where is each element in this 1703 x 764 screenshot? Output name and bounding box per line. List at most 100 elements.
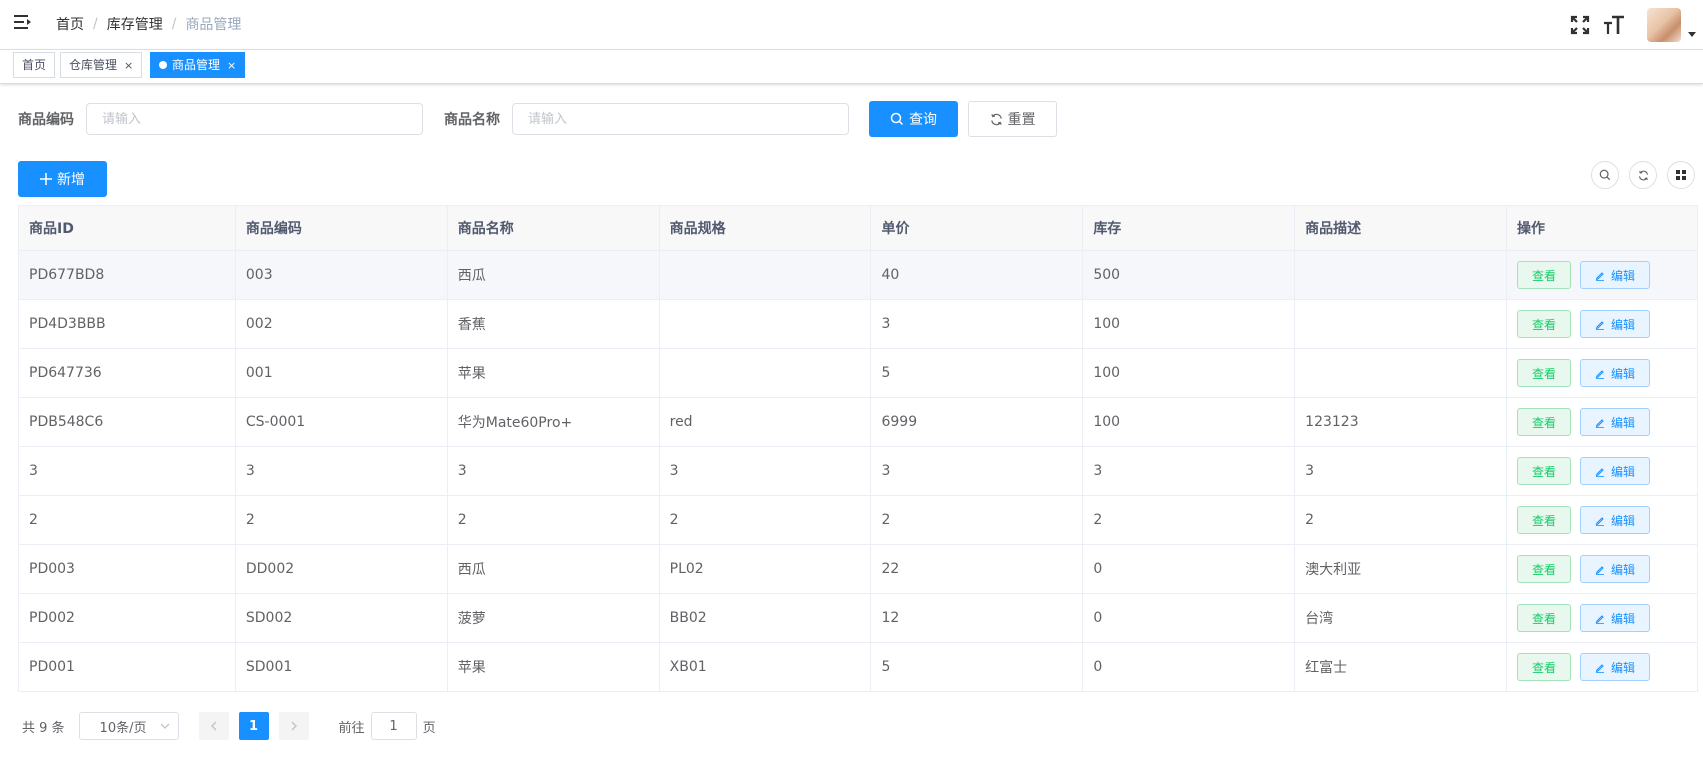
product-code-input[interactable] (86, 103, 423, 135)
columns-button[interactable] (1667, 161, 1695, 189)
font-size-icon[interactable] (1603, 14, 1625, 36)
plus-icon (40, 173, 52, 185)
edit-button[interactable]: 编辑 (1580, 359, 1651, 387)
edit-button[interactable]: 编辑 (1580, 506, 1651, 534)
refresh-button[interactable] (1629, 161, 1657, 189)
column-header: 商品ID (18, 205, 236, 251)
table-cell: 40 (870, 250, 1084, 300)
table-cell: 3 (1082, 446, 1296, 496)
table-row: PD001 SD001 苹果 XB01 5 0 红富士 查看 编辑 (18, 642, 1698, 692)
table-cell: 5 (870, 642, 1084, 692)
operation-cell: 查看 编辑 (1506, 495, 1698, 545)
table-cell: 3 (18, 446, 236, 496)
edit-button[interactable]: 编辑 (1580, 310, 1651, 338)
refresh-icon (1638, 170, 1648, 180)
view-button[interactable]: 查看 (1517, 604, 1572, 632)
breadcrumb-inventory[interactable]: 库存管理 (107, 14, 163, 34)
edit-icon (1595, 663, 1605, 673)
edit-label: 编辑 (1611, 317, 1636, 332)
table-cell: 菠萝 (446, 593, 660, 643)
total-count: 共 9 条 (22, 720, 65, 736)
table-cell: 003 (234, 250, 448, 300)
table-cell: 3 (870, 299, 1084, 349)
reset-button[interactable]: 重置 (968, 101, 1057, 137)
chevron-down-icon (160, 723, 170, 729)
table-row: PD677BD8 003 西瓜 40 500 查看 编辑 (18, 250, 1698, 300)
menu-fold-icon[interactable] (14, 14, 32, 30)
table-cell: 22 (870, 544, 1084, 594)
view-button[interactable]: 查看 (1517, 359, 1572, 387)
view-button[interactable]: 查看 (1517, 506, 1572, 534)
table-cell: 001 (234, 348, 448, 398)
edit-label: 编辑 (1611, 415, 1636, 430)
table-cell: 0 (1082, 544, 1296, 594)
table-cell: 100 (1082, 397, 1296, 447)
query-button[interactable]: 查询 (869, 101, 958, 137)
table-cell: 2 (1082, 495, 1296, 545)
edit-button[interactable]: 编辑 (1580, 653, 1651, 681)
edit-label: 编辑 (1611, 513, 1636, 528)
pagination: 共 9 条 10条/页 1 前往 页 (22, 711, 436, 741)
table-cell: PL02 (658, 544, 872, 594)
fullscreen-icon[interactable] (1569, 14, 1591, 36)
table-cell: 2 (446, 495, 660, 545)
table-cell (658, 250, 872, 300)
table-cell: PD677BD8 (18, 250, 236, 300)
prev-page-button[interactable] (198, 712, 229, 740)
edit-button[interactable]: 编辑 (1580, 604, 1651, 632)
page-suffix: 页 (422, 720, 436, 736)
next-page-button[interactable] (278, 712, 309, 740)
tags-view: 首页 仓库管理 × 商品管理 × (0, 50, 1703, 84)
breadcrumb-home[interactable]: 首页 (56, 14, 84, 34)
avatar[interactable] (1647, 8, 1681, 42)
chevron-left-icon (210, 721, 217, 731)
table-cell: 3 (234, 446, 448, 496)
toggle-search-button[interactable] (1591, 161, 1619, 189)
table-row: PD003 DD002 西瓜 PL02 22 0 澳大利亚 查看 编辑 (18, 544, 1698, 594)
tag-label: 首页 (22, 58, 47, 72)
table-cell: BB02 (658, 593, 872, 643)
close-icon[interactable]: × (227, 59, 236, 72)
edit-button[interactable]: 编辑 (1580, 555, 1651, 583)
page-size-value: 10条/页 (99, 720, 147, 736)
table-cell: PD647736 (18, 348, 236, 398)
tag-warehouse[interactable]: 仓库管理 × (60, 52, 143, 78)
search-icon (1599, 169, 1611, 181)
page-number[interactable]: 1 (238, 712, 269, 740)
view-button[interactable]: 查看 (1517, 408, 1572, 436)
edit-button[interactable]: 编辑 (1580, 261, 1651, 289)
view-button[interactable]: 查看 (1517, 653, 1572, 681)
page-size-select[interactable]: 10条/页 (78, 712, 179, 740)
table-cell: SD001 (234, 642, 448, 692)
query-label: 查询 (909, 112, 937, 128)
view-button[interactable]: 查看 (1517, 457, 1572, 485)
add-button[interactable]: 新增 (18, 161, 107, 197)
edit-label: 编辑 (1611, 464, 1636, 479)
view-button[interactable]: 查看 (1517, 555, 1572, 583)
edit-button[interactable]: 编辑 (1580, 408, 1651, 436)
right-toolbar (1581, 161, 1695, 189)
table-cell: 3 (446, 446, 660, 496)
view-button[interactable]: 查看 (1517, 261, 1572, 289)
edit-icon (1595, 614, 1605, 624)
table-cell: 12 (870, 593, 1084, 643)
edit-button[interactable]: 编辑 (1580, 457, 1651, 485)
product-name-input[interactable] (512, 103, 849, 135)
tag-product[interactable]: 商品管理 × (150, 52, 246, 78)
edit-icon (1595, 418, 1605, 428)
reset-label: 重置 (1007, 112, 1036, 128)
edit-label: 编辑 (1611, 268, 1636, 283)
edit-icon (1595, 516, 1605, 526)
tag-label: 商品管理 (172, 58, 221, 72)
edit-label: 编辑 (1611, 611, 1636, 626)
close-icon[interactable]: × (124, 59, 133, 72)
operation-cell: 查看 编辑 (1506, 348, 1698, 398)
goto-page-input[interactable] (370, 712, 417, 740)
table-cell: 5 (870, 348, 1084, 398)
operation-cell: 查看 编辑 (1506, 299, 1698, 349)
caret-down-icon[interactable] (1687, 29, 1697, 39)
table-cell: 0 (1082, 642, 1296, 692)
tag-home[interactable]: 首页 (13, 52, 56, 78)
view-button[interactable]: 查看 (1517, 310, 1572, 338)
breadcrumb-separator: / (171, 16, 177, 32)
